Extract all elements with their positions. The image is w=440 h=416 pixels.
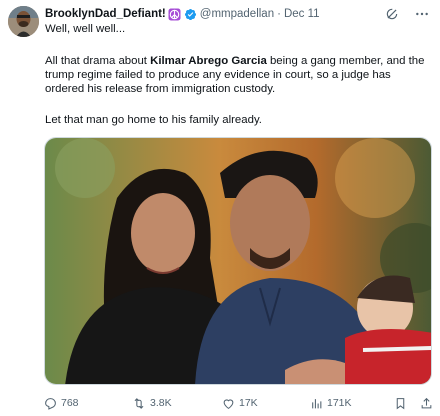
separator: · [277, 8, 281, 20]
like-button[interactable]: 17K [222, 397, 258, 410]
like-count: 17K [239, 397, 258, 409]
peace-sign-icon [168, 8, 181, 21]
heart-icon [223, 398, 234, 409]
display-name[interactable]: BrooklynDad_Defiant! [45, 8, 166, 20]
tweet-text-segment: All that drama about [45, 55, 151, 67]
tweet-photo[interactable] [44, 137, 432, 385]
avatar[interactable] [8, 6, 39, 37]
retweet-icon [134, 397, 144, 409]
bookmark-button[interactable] [394, 397, 407, 410]
grok-icon[interactable] [384, 6, 400, 22]
action-bar: 768 3.8K 17K 171K [44, 394, 434, 412]
share-button[interactable] [420, 397, 433, 410]
verified-badge-icon [184, 8, 197, 21]
tweet-date[interactable]: Dec 11 [284, 8, 320, 20]
top-icons [384, 6, 430, 22]
tweet-header: BrooklynDad_Defiant! @mmpadellan · Dec 1… [45, 6, 320, 22]
retweet-count: 3.8K [150, 397, 172, 409]
views-count: 171K [327, 397, 352, 409]
bookmark-icon [396, 397, 405, 409]
tweet-text-bold-name: Kilmar Abrego Garcia [150, 55, 267, 67]
reply-icon [45, 397, 56, 410]
tweet-text-paragraph1: All that drama about Kilmar Abrego Garci… [45, 54, 425, 96]
reply-button[interactable]: 768 [44, 397, 79, 410]
more-options-icon[interactable] [414, 6, 430, 22]
views-chart-icon [312, 398, 322, 408]
retweet-button[interactable]: 3.8K [132, 397, 172, 410]
tweet-card[interactable]: BrooklynDad_Defiant! @mmpadellan · Dec 1… [0, 0, 440, 416]
reply-count: 768 [61, 397, 79, 409]
handle[interactable]: @mmpadellan [200, 8, 274, 20]
share-icon [421, 397, 432, 408]
tweet-text-paragraph2: Let that man go home to his family alrea… [45, 114, 262, 126]
views-button[interactable]: 171K [310, 397, 352, 410]
tweet-text-line1: Well, well well... [45, 23, 126, 35]
